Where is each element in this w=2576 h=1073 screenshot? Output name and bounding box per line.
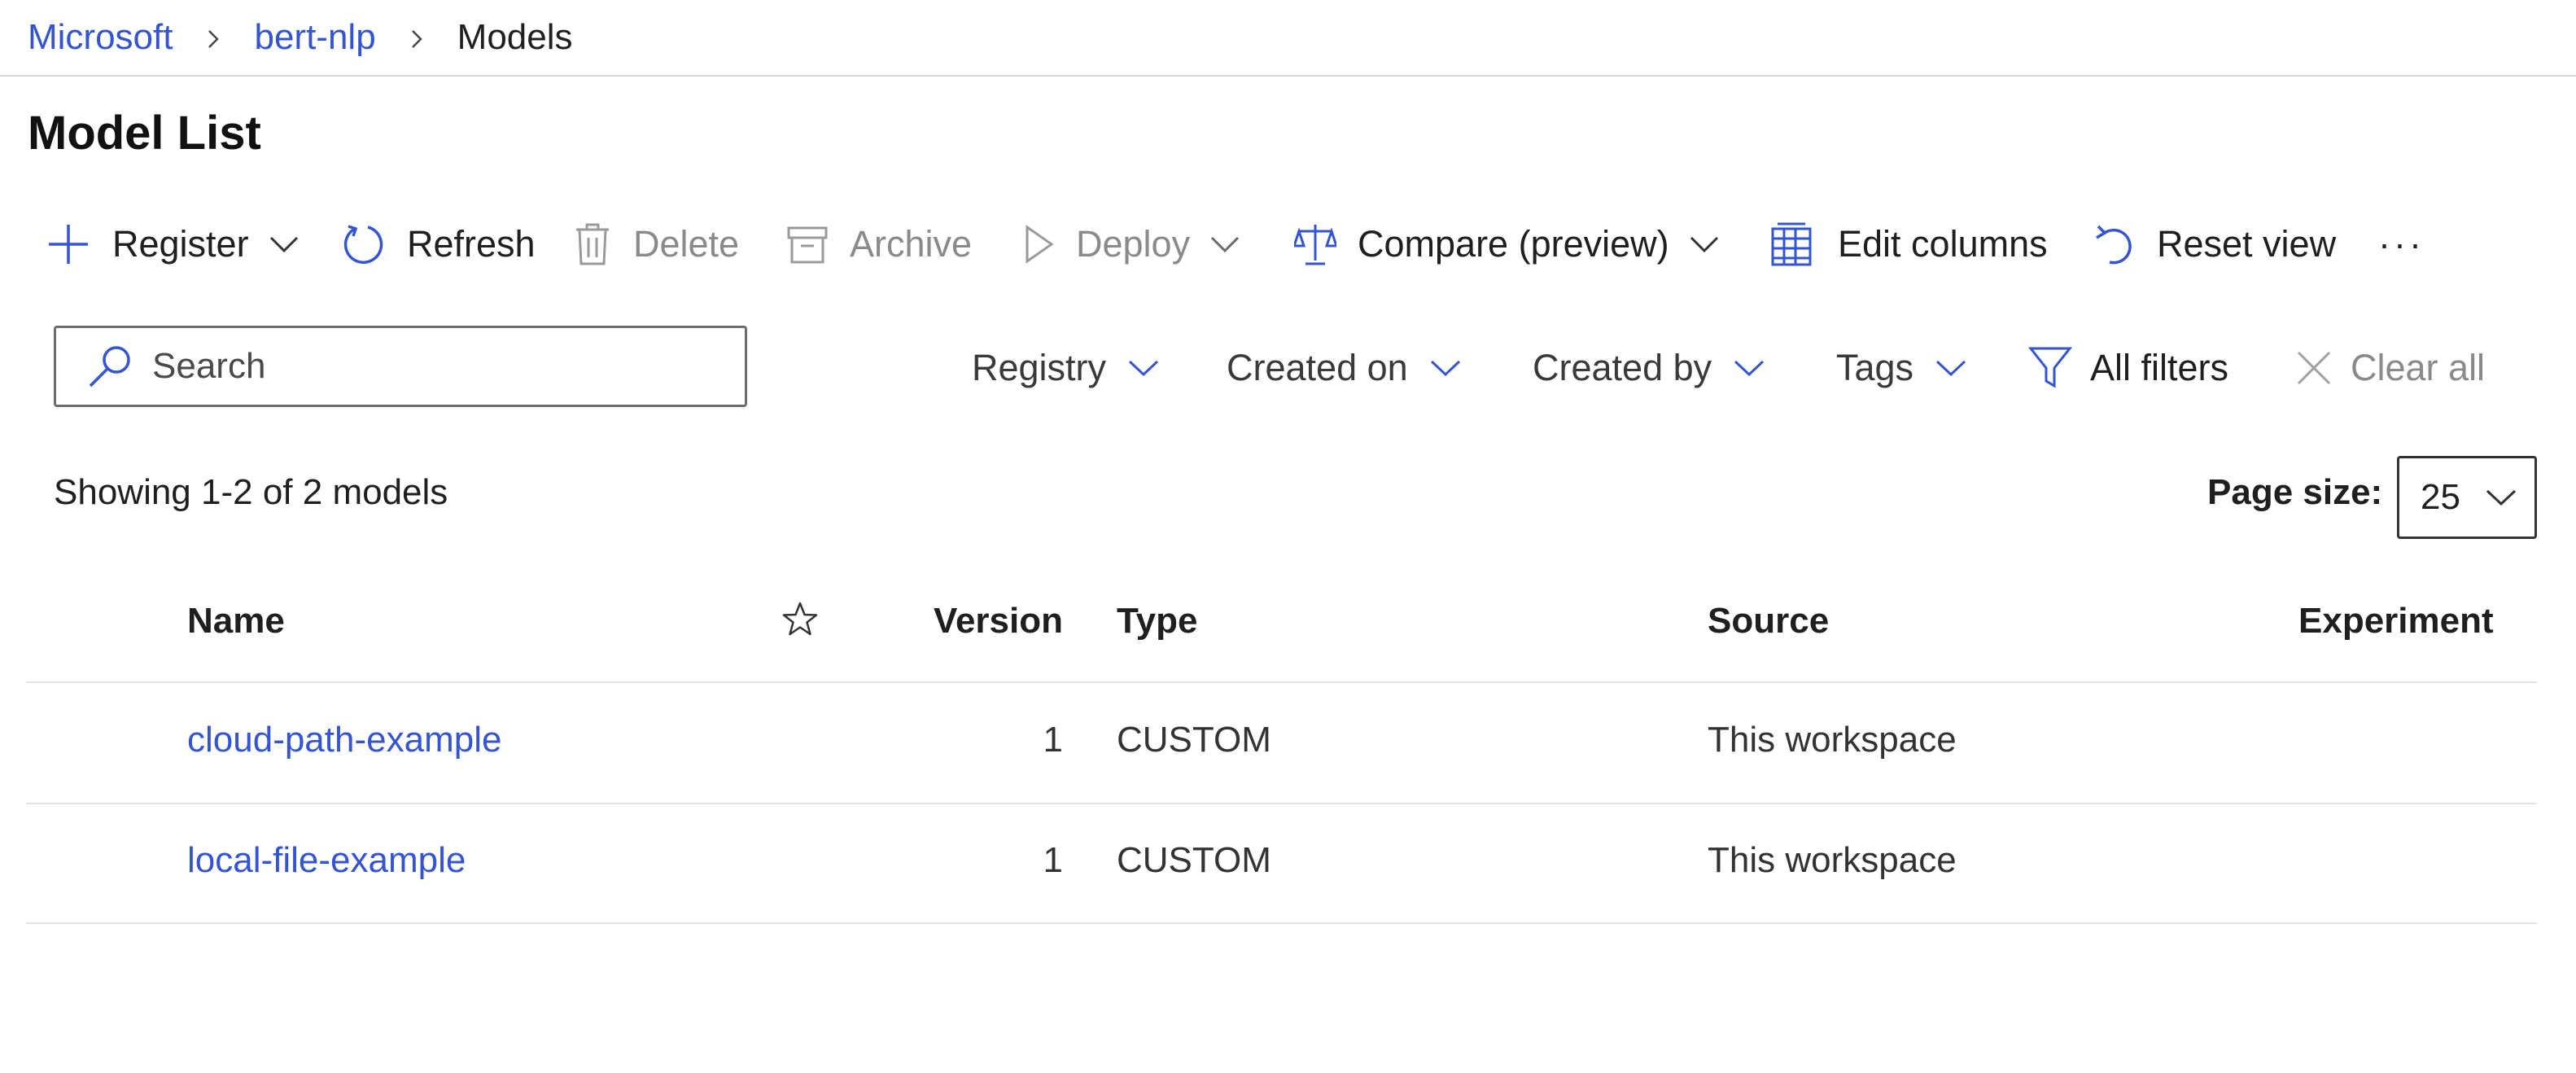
all-filters-label: All filters: [2090, 347, 2229, 388]
column-header-version[interactable]: Version: [895, 601, 1063, 642]
compare-button[interactable]: Compare (preview): [1294, 213, 1720, 275]
reset-view-label: Reset view: [2157, 223, 2337, 265]
edit-columns-label: Edit columns: [1838, 223, 2048, 265]
filter-created-on-label: Created on: [1227, 347, 1408, 388]
chevron-down-icon: [269, 236, 298, 253]
model-name-link[interactable]: local-file-example: [187, 840, 466, 881]
undo-icon: [2096, 225, 2132, 265]
delete-button[interactable]: Delete: [573, 213, 739, 275]
archive-icon: [787, 226, 828, 264]
model-source: This workspace: [1708, 720, 1957, 760]
refresh-icon: [343, 225, 383, 265]
column-header-source[interactable]: Source: [1708, 601, 1829, 642]
header-divider: [26, 681, 2537, 683]
more-button[interactable]: ···: [2378, 213, 2425, 275]
deploy-button[interactable]: Deploy: [1022, 213, 1240, 275]
model-name-link[interactable]: cloud-path-example: [187, 720, 501, 760]
chevron-down-icon: [1734, 360, 1765, 377]
archive-label: Archive: [850, 223, 973, 265]
chevron-down-icon: [1690, 236, 1718, 253]
chevron-down-icon: [1936, 360, 1966, 377]
table-columns-icon: [1771, 222, 1812, 266]
breadcrumb-link-microsoft[interactable]: Microsoft: [28, 17, 173, 58]
compare-label: Compare (preview): [1358, 223, 1669, 265]
edit-columns-button[interactable]: Edit columns: [1769, 213, 2048, 275]
filter-tags[interactable]: Tags: [1836, 337, 1967, 399]
plus-icon: [49, 225, 88, 264]
favorite-column-header[interactable]: [781, 601, 819, 642]
filter-created-on[interactable]: Created on: [1227, 337, 1462, 399]
chevron-down-icon: [1129, 360, 1159, 377]
model-type: CUSTOM: [1117, 720, 1271, 760]
refresh-button[interactable]: Refresh: [340, 213, 536, 275]
model-type: CUSTOM: [1117, 840, 1271, 880]
register-button[interactable]: Register: [46, 213, 300, 275]
filter-registry-label: Registry: [972, 347, 1107, 388]
search-box[interactable]: [54, 326, 747, 407]
filter-registry[interactable]: Registry: [972, 337, 1160, 399]
header-divider: [0, 75, 2576, 77]
search-icon: [89, 346, 130, 388]
scales-icon: [1294, 225, 1336, 265]
breadcrumb: Microsoft bert-nlp Models: [28, 0, 573, 75]
model-source: This workspace: [1708, 840, 1957, 880]
chevron-right-icon: [173, 17, 254, 58]
clear-all-label: Clear all: [2351, 347, 2486, 388]
search-input[interactable]: [151, 345, 707, 388]
filter-created-by[interactable]: Created by: [1533, 337, 1765, 399]
row-divider: [26, 803, 2537, 804]
column-header-type[interactable]: Type: [1117, 601, 1197, 642]
breadcrumb-link-workspace[interactable]: bert-nlp: [254, 17, 375, 58]
filter-created-by-label: Created by: [1533, 347, 1712, 388]
filter-icon: [2028, 347, 2072, 388]
deploy-label: Deploy: [1076, 223, 1191, 265]
column-header-name[interactable]: Name: [187, 601, 285, 642]
page-size-value: 25: [2421, 477, 2460, 517]
refresh-label: Refresh: [407, 223, 536, 265]
model-version: 1: [1043, 720, 1063, 760]
delete-label: Delete: [633, 223, 740, 265]
close-icon: [2297, 351, 2331, 385]
results-count: Showing 1-2 of 2 models: [54, 472, 448, 512]
more-icon: ···: [2378, 223, 2425, 265]
breadcrumb-current: Models: [457, 17, 573, 57]
archive-button[interactable]: Archive: [786, 213, 972, 275]
register-label: Register: [112, 223, 249, 265]
trash-icon: [576, 223, 609, 265]
row-divider: [26, 922, 2537, 924]
filter-tags-label: Tags: [1836, 347, 1914, 388]
star-icon: [782, 602, 818, 636]
play-icon: [1026, 225, 1054, 264]
column-header-experiment[interactable]: Experiment: [2298, 601, 2494, 642]
clear-all-button[interactable]: Clear all: [2295, 337, 2485, 399]
chevron-down-icon: [2486, 489, 2516, 506]
chevron-down-icon: [1430, 360, 1460, 377]
chevron-right-icon: [376, 17, 457, 58]
all-filters-button[interactable]: All filters: [2028, 337, 2228, 399]
page-title: Model List: [28, 107, 261, 160]
page-size-select[interactable]: 25: [2397, 456, 2537, 539]
page-size-label: Page size:: [2207, 472, 2383, 512]
chevron-down-icon: [1211, 236, 1240, 253]
model-version: 1: [1043, 840, 1063, 880]
reset-view-button[interactable]: Reset view: [2093, 213, 2336, 275]
